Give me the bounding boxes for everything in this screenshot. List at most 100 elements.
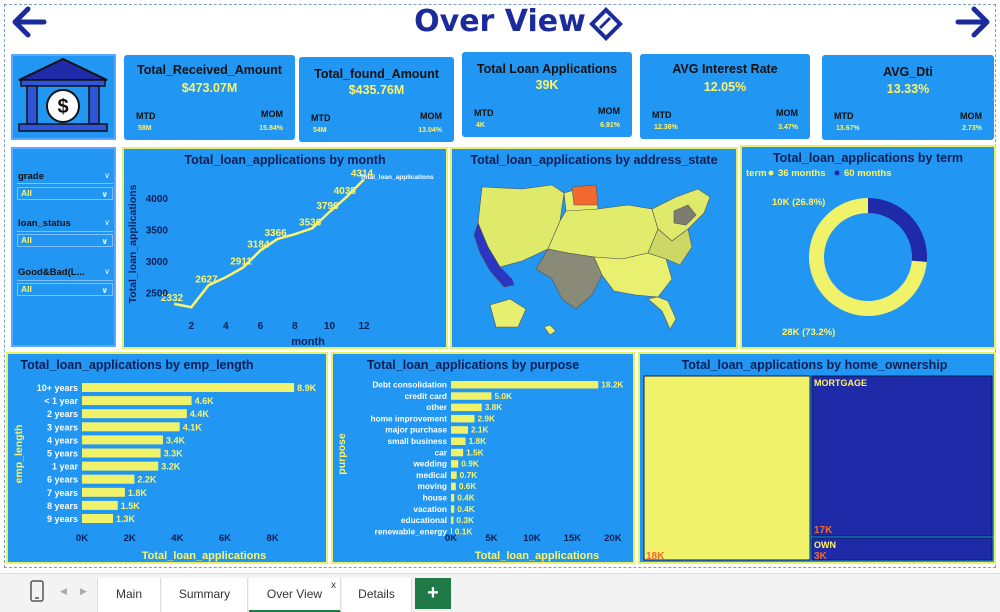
bar: [82, 500, 118, 510]
bar: [82, 474, 135, 484]
kpi-title: Total_found_Amount: [314, 67, 439, 81]
dashboard-page: Over View $ Total_Received_Amount $473.0…: [0, 0, 1000, 612]
kpi-value: $473.07M: [181, 81, 238, 95]
data-label: 0.7K: [460, 470, 478, 480]
legend-marker: [834, 170, 840, 176]
filter-good-bad-label: Good&Bad(L...: [18, 267, 85, 278]
map-region-alaska: [489, 298, 527, 328]
x-tick-label: 15K: [564, 533, 582, 544]
x-tick-label: 6: [258, 321, 264, 332]
us-map[interactable]: [452, 149, 736, 347]
kpi-mtd-label: MTD: [136, 111, 156, 121]
bar: [451, 482, 456, 491]
treemap-tile: [811, 537, 993, 561]
bar: [451, 392, 492, 400]
data-label: 18.2K: [601, 380, 623, 390]
data-label: 3366: [265, 228, 288, 239]
category-label: 5 years: [47, 449, 78, 459]
legend-label: 60 months: [844, 168, 892, 179]
treemap-chart: MORTGAGE OWN 18K 17K 3K: [643, 375, 993, 562]
bar: [451, 381, 599, 389]
kpi-mom-value: 13.04%: [418, 127, 442, 134]
chevron-down-icon[interactable]: ∨: [104, 218, 110, 227]
filter-good-bad-select[interactable]: All ∨: [17, 283, 113, 296]
x-tick-label: 4K: [171, 533, 183, 544]
tab-over-view[interactable]: Over View x: [249, 578, 341, 612]
add-tab-button[interactable]: +: [415, 578, 451, 609]
treemap-tile: [643, 375, 811, 561]
bar: [451, 403, 482, 412]
data-label: 0.6K: [459, 481, 477, 491]
kpi-mtd-value: 58M: [138, 125, 152, 132]
category-label: other: [426, 402, 448, 412]
page-title: Over View: [414, 4, 586, 39]
kpi-avg-interest-rate: AVG Interest Rate 12.05% MTD MOM 12.36% …: [640, 54, 810, 139]
bar: [451, 448, 464, 457]
kpi-mtd-label: MTD: [311, 113, 331, 123]
x-tick-label: 12: [358, 321, 370, 332]
category-label: major purchase: [385, 425, 447, 435]
category-label: < 1 year: [44, 396, 78, 406]
close-tab-icon[interactable]: x: [331, 569, 336, 602]
category-label: educational: [401, 515, 447, 525]
tab-summary[interactable]: Summary: [162, 578, 248, 612]
data-label: 17K: [814, 525, 833, 536]
category-label: credit card: [405, 391, 447, 401]
map-region-south: [593, 252, 673, 298]
kpi-total-received-amount: Total_Received_Amount $473.07M MTD MOM 5…: [124, 55, 295, 140]
bar: [82, 435, 164, 445]
kpi-title: Total_Received_Amount: [137, 63, 282, 77]
kpi-mom-label: MOM: [420, 111, 442, 121]
map-region-north-dakota: [571, 184, 599, 206]
category-label: home improvement: [370, 413, 447, 423]
category-label: house: [423, 493, 448, 503]
filter-grade-select[interactable]: All ∨: [17, 187, 113, 200]
chevron-down-icon[interactable]: ∨: [104, 171, 110, 180]
bar: [451, 505, 455, 513]
legend-label: Total_loan_applications: [360, 174, 434, 181]
category-label: moving: [417, 481, 447, 491]
panel-applications-by-home-ownership: Total_loan_applications by home_ownershi…: [638, 352, 996, 564]
tab-details[interactable]: Details: [342, 578, 412, 612]
bar: [82, 383, 295, 392]
scroll-right-icon[interactable]: ▶: [80, 586, 87, 597]
forward-arrow-icon[interactable]: [950, 2, 994, 42]
mobile-view-icon[interactable]: [30, 580, 44, 602]
kpi-value: $435.76M: [348, 83, 405, 97]
x-axis-title: Total_loan_applications: [475, 550, 600, 562]
y-axis-title: purpose: [336, 433, 348, 475]
data-label: 1.3K: [116, 514, 136, 524]
bank-icon: $: [18, 57, 108, 132]
panel-applications-by-state: Total_loan_applications by address_state: [450, 147, 738, 349]
kpi-value: 12.05%: [703, 80, 747, 94]
data-label: 0.1K: [455, 526, 473, 536]
kpi-mom-value: 15.84%: [259, 125, 283, 132]
data-label: 4.6K: [195, 396, 215, 406]
donut-slice: [868, 198, 927, 262]
filter-loan-status-select[interactable]: All ∨: [17, 234, 113, 247]
category-label: 9 years: [47, 514, 78, 524]
x-tick-label: 5K: [485, 533, 497, 544]
data-label: 5.0K: [494, 391, 512, 401]
filter-divider: [17, 231, 113, 232]
data-label: 3K: [814, 551, 828, 562]
data-label: 8.9K: [297, 383, 317, 393]
x-tick-label: 2: [188, 321, 194, 332]
kpi-mom-label: MOM: [598, 106, 620, 116]
category-label: 2 years: [47, 409, 78, 419]
data-label: 0.4K: [457, 504, 475, 514]
bar: [451, 516, 454, 525]
scroll-left-icon[interactable]: ◀: [60, 586, 67, 597]
data-label: 3.8K: [485, 402, 503, 412]
panel-applications-by-month: Total_loan_applications by month 2332 262…: [122, 147, 448, 349]
bar: [451, 494, 455, 502]
chevron-down-icon[interactable]: ∨: [104, 267, 110, 276]
map-region-florida: [647, 296, 677, 330]
tab-main[interactable]: Main: [97, 578, 161, 612]
data-label: 0.9K: [461, 459, 479, 469]
x-tick-label: 8K: [267, 533, 279, 544]
panel-applications-by-term: Total_loan_applications by term term 36 m…: [740, 145, 996, 349]
filter-good-bad-value: All: [21, 284, 32, 294]
bar: [82, 396, 192, 406]
data-label: 2.2K: [137, 475, 157, 485]
